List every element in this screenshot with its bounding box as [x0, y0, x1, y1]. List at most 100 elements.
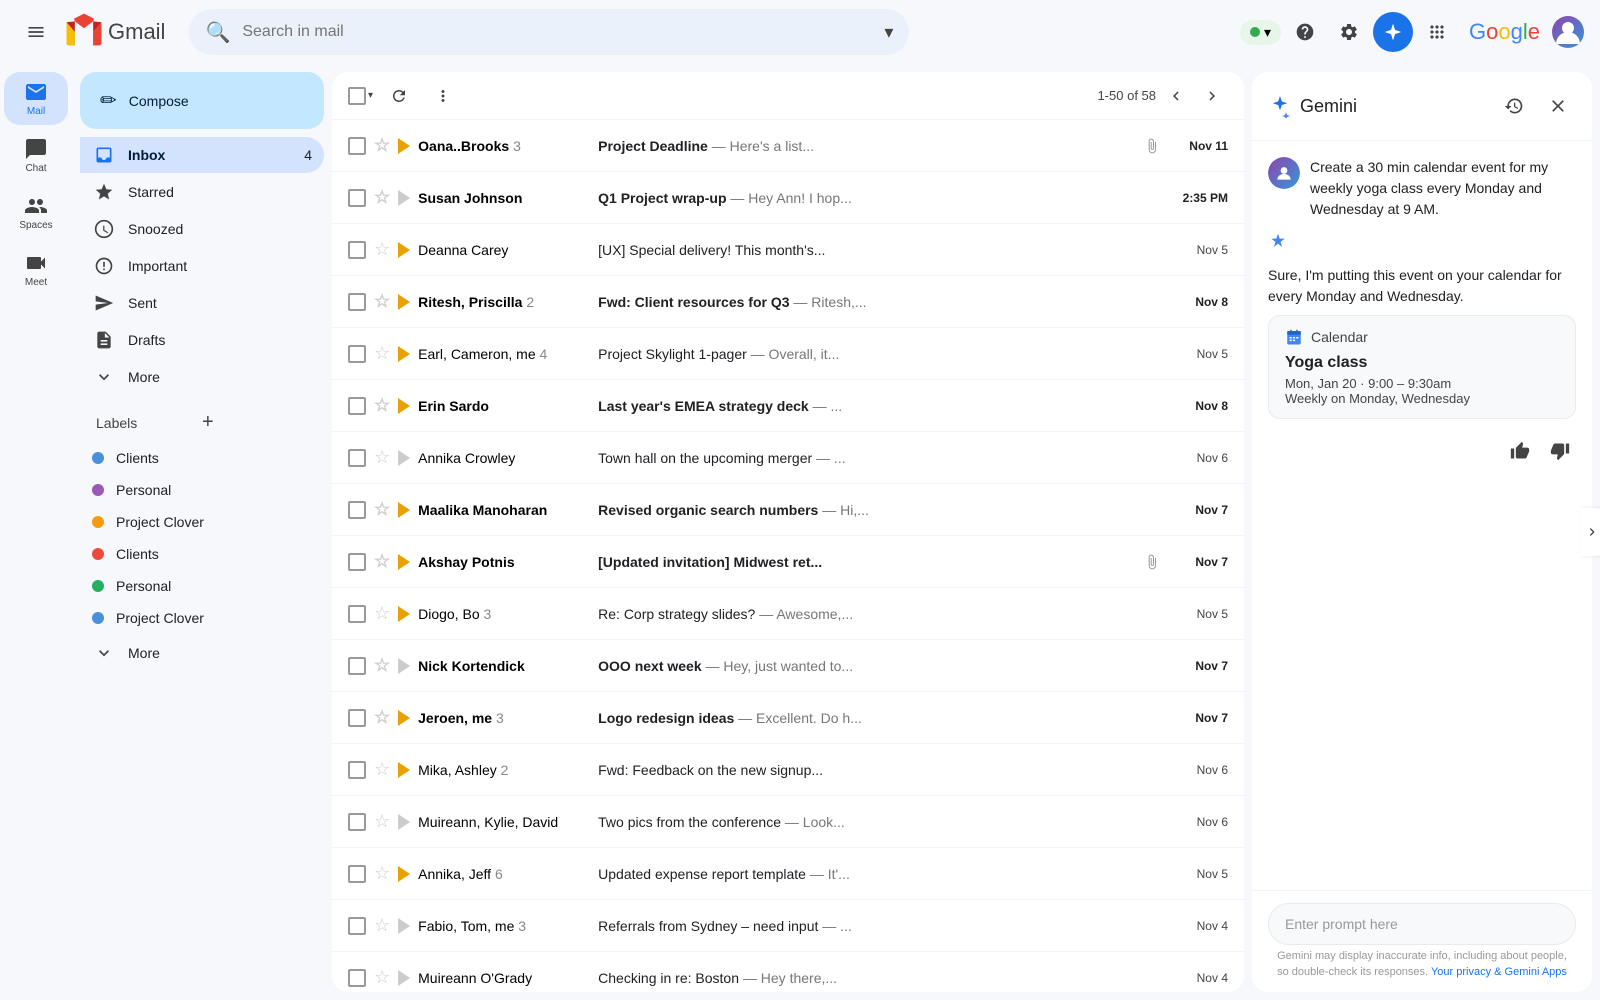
- search-input[interactable]: [242, 23, 872, 41]
- sidebar-item-more-labels[interactable]: More: [80, 635, 324, 671]
- label-personal2[interactable]: Personal: [80, 570, 324, 602]
- label-personal1[interactable]: Personal: [80, 474, 324, 506]
- row-checkbox[interactable]: [348, 657, 366, 675]
- iconbar-meet[interactable]: Meet: [4, 243, 68, 296]
- email-row[interactable]: ☆ Annika Crowley Town hall on the upcomi…: [332, 432, 1244, 484]
- row-checkbox[interactable]: [348, 501, 366, 519]
- labels-title: Labels: [96, 415, 202, 431]
- row-checkbox[interactable]: [348, 293, 366, 311]
- row-checkbox[interactable]: [348, 397, 366, 415]
- gemini-prompt-input[interactable]: Enter prompt here: [1268, 903, 1576, 945]
- star-button[interactable]: ☆: [374, 239, 390, 260]
- select-all-checkbox[interactable]: [348, 87, 366, 105]
- star-button[interactable]: ☆: [374, 447, 390, 468]
- label-project-clover1[interactable]: Project Clover: [80, 506, 324, 538]
- gemini-collapse-button[interactable]: [1580, 508, 1600, 556]
- email-row[interactable]: ☆ Muireann, Kylie, David Two pics from t…: [332, 796, 1244, 848]
- row-checkbox[interactable]: [348, 813, 366, 831]
- compose-button[interactable]: ✏ Compose: [80, 72, 324, 129]
- star-button[interactable]: ☆: [374, 915, 390, 936]
- gemini-close-button[interactable]: [1540, 88, 1576, 124]
- star-button[interactable]: ☆: [374, 343, 390, 364]
- star-button[interactable]: ☆: [374, 863, 390, 884]
- row-checkbox[interactable]: [348, 865, 366, 883]
- star-button[interactable]: ☆: [374, 499, 390, 520]
- email-row[interactable]: ☆ Annika, Jeff 6 Updated expense report …: [332, 848, 1244, 900]
- email-row[interactable]: ☆ Mika, Ashley 2 Fwd: Feedback on the ne…: [332, 744, 1244, 796]
- add-label-button[interactable]: +: [202, 411, 308, 434]
- star-button[interactable]: ☆: [374, 707, 390, 728]
- star-button[interactable]: ☆: [374, 655, 390, 676]
- gemini-history-button[interactable]: [1496, 88, 1532, 124]
- email-row[interactable]: ☆ Oana..Brooks 3 Project Deadline — Here…: [332, 120, 1244, 172]
- email-row[interactable]: ☆ Muireann O'Grady Checking in re: Bosto…: [332, 952, 1244, 992]
- label-clients2[interactable]: Clients: [80, 538, 324, 570]
- sidebar-item-drafts[interactable]: Drafts: [80, 322, 324, 358]
- thumbs-down-button[interactable]: [1544, 435, 1576, 467]
- star-button[interactable]: ☆: [374, 603, 390, 624]
- refresh-button[interactable]: [381, 78, 417, 114]
- star-button[interactable]: ☆: [374, 395, 390, 416]
- sidebar-item-important[interactable]: Important: [80, 248, 324, 284]
- label-clients1[interactable]: Clients: [80, 442, 324, 474]
- email-row[interactable]: ☆ Erin Sardo Last year's EMEA strategy d…: [332, 380, 1244, 432]
- email-row[interactable]: ☆ Fabio, Tom, me 3 Referrals from Sydney…: [332, 900, 1244, 952]
- email-row[interactable]: ☆ Susan Johnson Q1 Project wrap-up — Hey…: [332, 172, 1244, 224]
- sidebar-item-snoozed[interactable]: Snoozed: [80, 211, 324, 247]
- star-button[interactable]: ☆: [374, 135, 390, 156]
- user-avatar[interactable]: [1552, 16, 1584, 48]
- iconbar-mail[interactable]: Mail: [4, 72, 68, 125]
- star-button[interactable]: ☆: [374, 759, 390, 780]
- sidebar-item-starred[interactable]: Starred: [80, 174, 324, 210]
- row-checkbox[interactable]: [348, 449, 366, 467]
- star-button[interactable]: ☆: [374, 291, 390, 312]
- email-row[interactable]: ☆ Akshay Potnis [Updated invitation] Mid…: [332, 536, 1244, 588]
- thumbs-up-button[interactable]: [1504, 435, 1536, 467]
- iconbar-chat[interactable]: Chat: [4, 129, 68, 182]
- search-dropdown-icon[interactable]: ▾: [884, 22, 893, 43]
- more-options-button[interactable]: [425, 78, 461, 114]
- row-checkbox[interactable]: [348, 241, 366, 259]
- settings-button[interactable]: [1329, 12, 1369, 52]
- apps-button[interactable]: [1417, 12, 1457, 52]
- email-row[interactable]: ☆ Diogo, Bo 3 Re: Corp strategy slides? …: [332, 588, 1244, 640]
- label-project-clover2[interactable]: Project Clover: [80, 602, 324, 634]
- sidebar-item-sent[interactable]: Sent: [80, 285, 324, 321]
- search-bar[interactable]: 🔍 ▾: [189, 9, 909, 55]
- email-row[interactable]: ☆ Maalika Manoharan Revised organic sear…: [332, 484, 1244, 536]
- next-page-button[interactable]: [1196, 80, 1228, 112]
- hamburger-menu[interactable]: [16, 12, 56, 52]
- email-row[interactable]: ☆ Earl, Cameron, me 4 Project Skylight 1…: [332, 328, 1244, 380]
- email-sender: Muireann O'Grady: [418, 970, 598, 986]
- sidebar-item-inbox[interactable]: Inbox 4: [80, 137, 324, 173]
- gemini-icon: [1268, 94, 1292, 118]
- help-button[interactable]: [1285, 12, 1325, 52]
- event-recur: Weekly on Monday, Wednesday: [1285, 391, 1559, 406]
- email-row[interactable]: ☆ Jeroen, me 3 Logo redesign ideas — Exc…: [332, 692, 1244, 744]
- star-button[interactable]: ☆: [374, 187, 390, 208]
- prev-page-button[interactable]: [1160, 80, 1192, 112]
- row-checkbox[interactable]: [348, 605, 366, 623]
- row-checkbox[interactable]: [348, 917, 366, 935]
- row-checkbox[interactable]: [348, 137, 366, 155]
- gemini-button[interactable]: [1373, 12, 1413, 52]
- star-button[interactable]: ☆: [374, 551, 390, 572]
- sidebar-item-more[interactable]: More: [80, 359, 324, 395]
- row-checkbox[interactable]: [348, 969, 366, 987]
- email-row[interactable]: ☆ Ritesh, Priscilla 2 Fwd: Client resour…: [332, 276, 1244, 328]
- star-button[interactable]: ☆: [374, 967, 390, 988]
- row-checkbox[interactable]: [348, 709, 366, 727]
- row-checkbox[interactable]: [348, 761, 366, 779]
- row-checkbox[interactable]: [348, 189, 366, 207]
- status-button[interactable]: ▾: [1240, 20, 1281, 45]
- row-checkbox[interactable]: [348, 553, 366, 571]
- email-row[interactable]: ☆ Deanna Carey [UX] Special delivery! Th…: [332, 224, 1244, 276]
- select-dropdown-icon[interactable]: ▾: [368, 90, 373, 101]
- star-button[interactable]: ☆: [374, 811, 390, 832]
- gemini-input-area[interactable]: Enter prompt here Gemini may display ina…: [1252, 890, 1592, 992]
- iconbar-spaces[interactable]: Spaces: [4, 186, 68, 239]
- gemini-privacy-link[interactable]: Your privacy & Gemini Apps: [1431, 966, 1567, 978]
- select-all-container[interactable]: ▾: [348, 87, 373, 105]
- email-row[interactable]: ☆ Nick Kortendick OOO next week — Hey, j…: [332, 640, 1244, 692]
- row-checkbox[interactable]: [348, 345, 366, 363]
